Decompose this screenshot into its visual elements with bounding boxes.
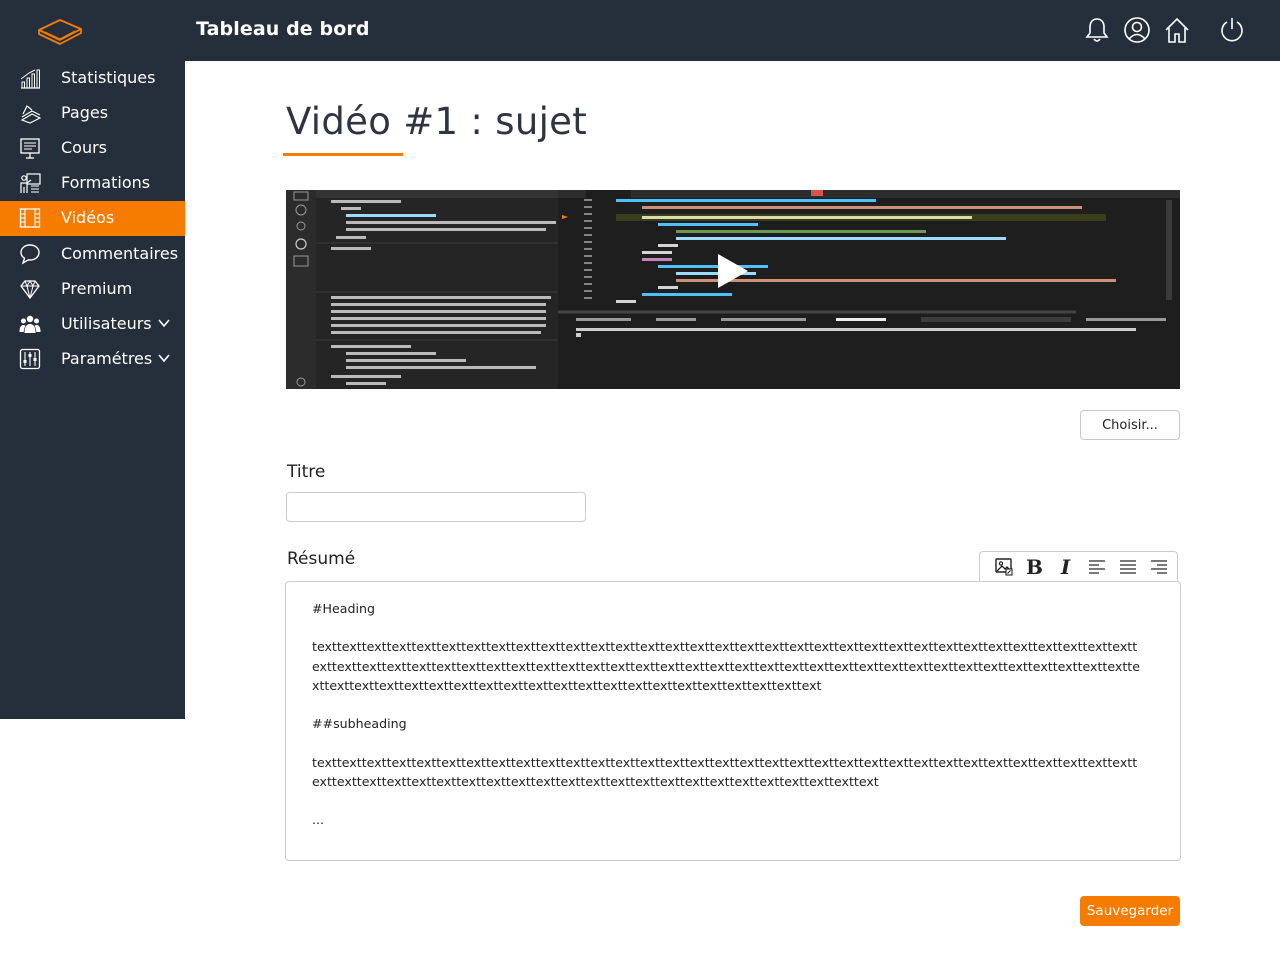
editor-toolbar: B I — [979, 551, 1178, 582]
sidebar-item-label: Formations — [61, 173, 151, 192]
image-icon[interactable] — [988, 555, 1019, 579]
editor-ellipsis: ... — [312, 812, 325, 828]
pages-icon — [20, 105, 41, 124]
chevron-down-icon[interactable] — [158, 318, 170, 328]
editor-paragraph: texttexttexttexttexttexttexttexttexttext… — [312, 753, 1142, 791]
page-title: Vidéo #1 : sujet — [286, 100, 588, 143]
editor-paragraph-text: texttexttexttexttexttexttexttexttexttext… — [312, 754, 1138, 789]
sliders-icon — [19, 348, 41, 370]
diamond-icon — [20, 280, 40, 300]
comment-icon — [20, 244, 40, 265]
title-label: Titre — [287, 462, 326, 482]
bold-icon[interactable]: B — [1019, 555, 1050, 579]
sidebar-item-label: Cours — [61, 138, 108, 157]
film-icon — [19, 208, 41, 228]
sidebar-item-label: Pages — [61, 103, 109, 122]
sidebar-item-pages[interactable]: Pages — [0, 96, 185, 131]
italic-icon[interactable]: I — [1050, 555, 1081, 579]
sidebar-item-utilisateurs[interactable]: Utilisateurs — [0, 307, 185, 342]
sidebar-item-label: Statistiques — [61, 68, 156, 87]
title-underline — [283, 153, 403, 156]
align-right-icon[interactable] — [1143, 555, 1174, 579]
sidebar-item-statistiques[interactable]: Statistiques — [0, 61, 185, 96]
video-player[interactable] — [286, 190, 1180, 389]
sidebar-item-label: Commentaires — [61, 244, 179, 263]
sidebar-item-label: Paramétres — [61, 349, 153, 368]
choose-file-button[interactable]: Choisir... — [1080, 410, 1180, 440]
presentation-icon — [20, 138, 40, 159]
logo-icon[interactable] — [36, 12, 84, 48]
sidebar-item-formations[interactable]: Formations — [0, 166, 185, 201]
summary-editor[interactable]: #Heading texttexttexttexttexttexttexttex… — [285, 581, 1181, 861]
home-icon[interactable] — [1163, 16, 1191, 44]
sidebar-item-label: Utilisateurs — [61, 314, 152, 333]
user-icon[interactable] — [1123, 16, 1151, 44]
chart-icon — [20, 69, 40, 89]
editor-subheading: ##subheading — [312, 716, 407, 732]
sidebar-item-label: Vidéos — [61, 208, 115, 227]
dashboard-title: Tableau de bord — [196, 18, 370, 40]
chevron-down-icon[interactable] — [158, 353, 170, 363]
summary-label: Résumé — [287, 549, 356, 569]
align-left-icon[interactable] — [1081, 555, 1112, 579]
video-thumbnail — [286, 190, 1180, 389]
play-icon[interactable] — [716, 253, 750, 289]
sidebar-item-premium[interactable]: Premium — [0, 272, 185, 307]
sidebar: Statistiques Pages Cours Formations Vidé… — [0, 61, 185, 719]
editor-paragraph-text: texttexttexttexttexttexttexttexttexttext… — [312, 639, 1140, 693]
training-icon — [20, 173, 41, 193]
editor-paragraph: texttexttexttexttexttexttexttexttexttext… — [312, 637, 1142, 695]
sidebar-item-label: Premium — [61, 279, 133, 298]
title-input[interactable] — [286, 492, 586, 522]
bell-icon[interactable] — [1083, 16, 1111, 44]
sidebar-item-parametres[interactable]: Paramétres — [0, 342, 185, 377]
top-bar: Tableau de bord — [0, 0, 1280, 61]
users-icon — [19, 315, 41, 333]
editor-heading: #Heading — [312, 601, 375, 616]
save-button[interactable]: Sauvegarder — [1080, 896, 1180, 926]
sidebar-item-commentaires[interactable]: Commentaires — [0, 237, 185, 272]
sidebar-item-cours[interactable]: Cours — [0, 131, 185, 166]
sidebar-item-videos[interactable]: Vidéos — [0, 201, 185, 236]
power-icon[interactable] — [1218, 16, 1246, 44]
align-justify-icon[interactable] — [1112, 555, 1143, 579]
